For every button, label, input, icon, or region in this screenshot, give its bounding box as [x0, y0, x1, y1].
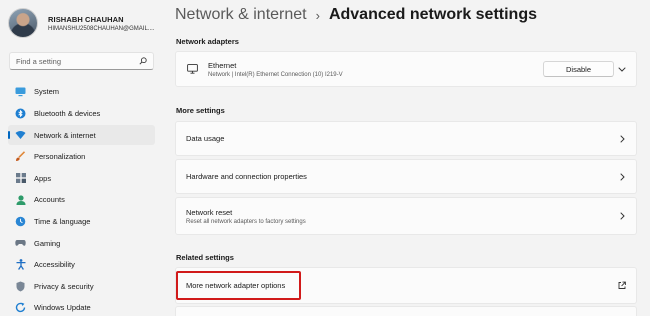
sidebar-item-label: System	[34, 87, 60, 97]
sidebar-item-label: Windows Update	[34, 303, 91, 313]
sidebar-item-apps[interactable]: Apps	[8, 168, 155, 188]
search-icon[interactable]	[138, 57, 147, 66]
page-title: Network & internet › Advanced network se…	[175, 6, 537, 24]
sidebar-item-label: Apps	[34, 173, 52, 183]
search-input[interactable]	[16, 56, 138, 66]
sidebar-item-label: Accessibility	[34, 260, 75, 270]
sidebar-item-time-language[interactable]: Time & language	[8, 212, 155, 232]
hardware-properties-title: Hardware and connection properties	[186, 172, 307, 181]
profile-text: RISHABH CHAUHAN HIMANSHU2508CHAUHAN@GMAI…	[48, 15, 154, 32]
hardware-properties-card[interactable]: Hardware and connection properties	[175, 159, 637, 194]
sidebar-nav: System Bluetooth & devices Network & int…	[8, 82, 155, 316]
brush-icon	[15, 151, 26, 162]
sidebar-item-privacy[interactable]: Privacy & security	[8, 276, 155, 296]
chevron-down-icon[interactable]	[618, 65, 626, 73]
section-label-more-settings: More settings	[176, 106, 225, 115]
breadcrumb-current: Advanced network settings	[328, 6, 537, 23]
bluetooth-icon	[15, 108, 26, 119]
sidebar-item-network[interactable]: Network & internet	[8, 125, 155, 145]
next-related-card[interactable]	[175, 306, 637, 316]
avatar	[8, 8, 38, 38]
search-box[interactable]	[9, 52, 154, 70]
data-usage-card[interactable]: Data usage	[175, 121, 637, 156]
breadcrumb-separator: ›	[315, 7, 320, 23]
ethernet-card[interactable]: Ethernet Network | Intel(R) Ethernet Con…	[175, 51, 637, 87]
sidebar-item-personalization[interactable]: Personalization	[8, 147, 155, 167]
network-reset-title: Network reset	[186, 207, 233, 217]
apps-icon	[15, 173, 26, 184]
data-usage-text: Data usage	[186, 134, 224, 143]
sidebar-item-accessibility[interactable]: Accessibility	[8, 255, 155, 275]
profile-name: RISHABH CHAUHAN	[48, 14, 124, 24]
ethernet-text: Ethernet Network | Intel(R) Ethernet Con…	[208, 61, 343, 78]
sidebar-item-system[interactable]: System	[8, 82, 155, 102]
chevron-right-icon	[618, 212, 626, 220]
chevron-right-icon	[618, 134, 626, 143]
more-adapter-options-card[interactable]: More network adapter options	[175, 267, 637, 304]
ethernet-title: Ethernet	[208, 60, 237, 70]
external-link-icon	[617, 281, 626, 290]
wifi-icon	[15, 130, 26, 141]
sidebar-item-label: Time & language	[34, 216, 91, 226]
network-reset-text: Network reset Reset all network adapters…	[186, 208, 306, 225]
hardware-properties-text: Hardware and connection properties	[186, 172, 307, 181]
section-label-network-adapters: Network adapters	[176, 37, 239, 46]
chevron-right-icon	[618, 172, 626, 181]
sidebar-item-label: Privacy & security	[34, 281, 94, 291]
sidebar-item-gaming[interactable]: Gaming	[8, 233, 155, 253]
disable-button[interactable]: Disable	[543, 61, 614, 77]
sidebar-item-label: Network & internet	[34, 130, 96, 140]
update-icon	[15, 302, 26, 313]
sidebar-item-label: Bluetooth & devices	[34, 108, 101, 118]
sidebar-item-label: Personalization	[34, 152, 86, 162]
more-adapter-options-text: More network adapter options	[186, 281, 285, 290]
gamepad-icon	[15, 238, 26, 249]
sidebar: RISHABH CHAUHAN HIMANSHU2508CHAUHAN@GMAI…	[0, 0, 163, 316]
network-reset-card[interactable]: Network reset Reset all network adapters…	[175, 197, 637, 235]
sidebar-item-windows-update[interactable]: Windows Update	[8, 298, 155, 316]
profile-email: HIMANSHU2508CHAUHAN@GMAIL....	[48, 25, 155, 32]
breadcrumb-parent[interactable]: Network & internet	[175, 6, 307, 24]
ethernet-icon	[187, 64, 198, 75]
shield-icon	[15, 281, 26, 292]
sidebar-item-label: Accounts	[34, 195, 65, 205]
network-reset-subtitle: Reset all network adapters to factory se…	[186, 218, 306, 225]
person-icon	[15, 194, 26, 205]
user-profile[interactable]: RISHABH CHAUHAN HIMANSHU2508CHAUHAN@GMAI…	[8, 8, 154, 38]
more-adapter-options-title: More network adapter options	[186, 281, 286, 290]
sidebar-item-label: Gaming	[34, 238, 61, 248]
sidebar-item-bluetooth[interactable]: Bluetooth & devices	[8, 104, 155, 124]
accessibility-icon	[15, 259, 26, 270]
globe-clock-icon	[15, 216, 26, 227]
sidebar-item-accounts[interactable]: Accounts	[8, 190, 155, 210]
section-label-related-settings: Related settings	[176, 253, 234, 262]
ethernet-subtitle: Network | Intel(R) Ethernet Connection (…	[208, 71, 343, 78]
data-usage-title: Data usage	[186, 134, 225, 143]
monitor-icon	[15, 86, 26, 97]
